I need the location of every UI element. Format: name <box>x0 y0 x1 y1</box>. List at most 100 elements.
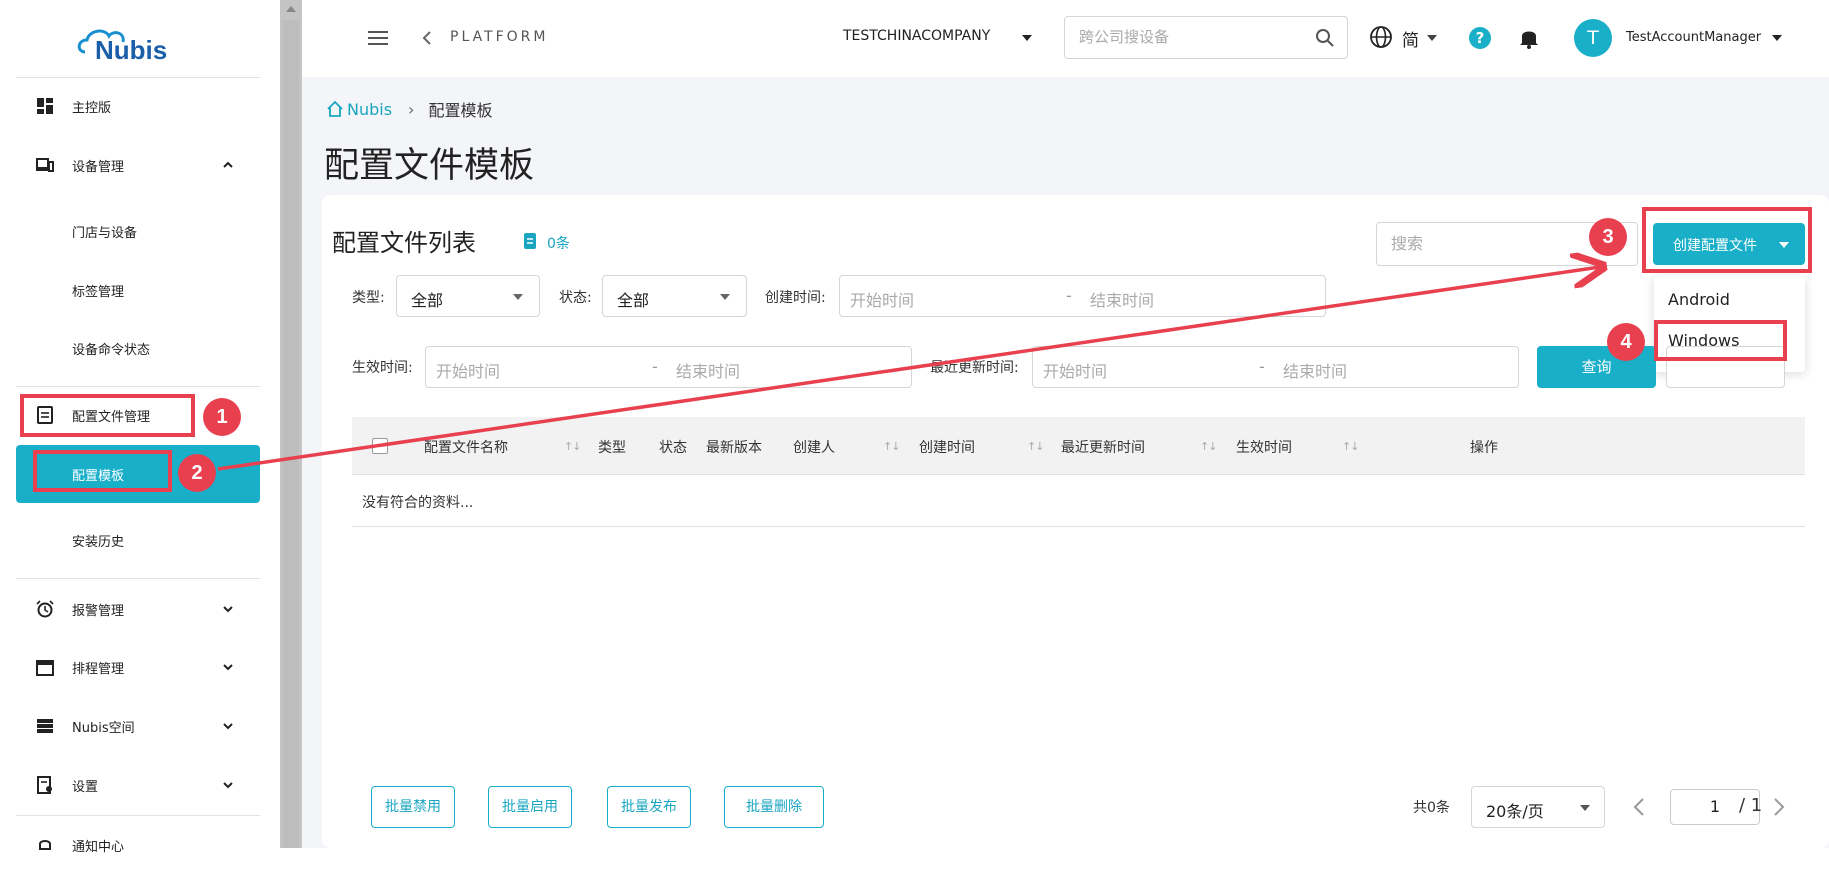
username[interactable]: TestAccountManager <box>1626 30 1761 45</box>
chevron-left-icon[interactable] <box>422 31 432 45</box>
start-time-input[interactable]: 开始时间 <box>850 287 914 311</box>
globe-icon[interactable] <box>1369 25 1393 49</box>
col-action: 操作 <box>1470 440 1498 456</box>
list-search[interactable] <box>1376 222 1638 266</box>
empty-message: 没有符合的资料... <box>362 495 474 511</box>
col-creator: 创建人 <box>793 440 835 456</box>
query-button[interactable]: 查询 <box>1537 346 1656 388</box>
sidebar-subitem-stores[interactable]: 门店与设备 <box>16 206 260 256</box>
start-time-input[interactable]: 开始时间 <box>1043 358 1107 382</box>
sort-icon[interactable]: ↑↓ <box>1342 440 1359 453</box>
reset-button[interactable] <box>1666 346 1785 388</box>
created-time-range[interactable]: 开始时间 - 结束时间 <box>839 275 1326 317</box>
sidebar-item-label: 设备管理 <box>72 159 125 175</box>
col-created: 创建时间 <box>919 440 975 456</box>
top-bar: PLATFORM TESTCHINACOMPANY 简 ? T TestAcco… <box>302 0 1829 77</box>
sidebar-subitem-config-template[interactable]: 配置模板 <box>16 445 260 503</box>
bulk-disable-button[interactable]: 批量禁用 <box>371 786 455 828</box>
sidebar-item-dashboard[interactable]: 主控版 <box>16 81 260 131</box>
start-time-input[interactable]: 开始时间 <box>436 358 500 382</box>
sidebar-item-label: 安装历史 <box>72 535 125 550</box>
chevron-down-icon[interactable] <box>222 661 234 673</box>
avatar[interactable]: T <box>1574 19 1612 57</box>
caret-down-icon[interactable] <box>1022 35 1032 41</box>
global-search-input[interactable] <box>1079 28 1299 46</box>
scrollbar-thumb[interactable] <box>283 20 299 848</box>
status-filter-select[interactable]: 全部 <box>602 275 747 317</box>
nubis-logo[interactable]: Nubis <box>75 22 185 64</box>
sidebar-scrollbar[interactable] <box>280 0 302 848</box>
scroll-up-arrow-icon[interactable] <box>286 6 296 12</box>
search-icon[interactable] <box>1315 28 1335 48</box>
sidebar-item-space[interactable]: Nubis空间 <box>16 701 260 751</box>
help-icon[interactable]: ? <box>1469 27 1491 49</box>
sidebar-subitem-install-history[interactable]: 安装历史 <box>16 515 260 565</box>
prev-page-icon[interactable] <box>1632 797 1646 817</box>
bell-icon[interactable] <box>1519 27 1539 49</box>
bulk-publish-button[interactable]: 批量发布 <box>607 786 691 828</box>
type-filter-label: 类型: <box>352 290 385 306</box>
global-search[interactable] <box>1064 16 1348 59</box>
sort-icon[interactable]: ↑↓ <box>564 440 581 453</box>
sort-icon[interactable]: ↑↓ <box>883 440 900 453</box>
bulk-delete-button[interactable]: 批量删除 <box>724 786 824 828</box>
breadcrumb-separator: › <box>408 99 415 119</box>
chevron-down-icon[interactable] <box>222 720 234 732</box>
effective-time-range[interactable]: 开始时间 - 结束时间 <box>425 346 912 388</box>
col-type: 类型 <box>598 440 626 456</box>
sidebar-item-config-mgmt[interactable]: 配置文件管理 <box>16 390 260 440</box>
calendar-icon <box>36 660 54 676</box>
bulk-enable-button[interactable]: 批量启用 <box>488 786 572 828</box>
sidebar-item-settings[interactable]: 设置 <box>16 760 260 810</box>
language-selector[interactable]: 简 <box>1402 26 1419 51</box>
breadcrumb: Nubis › 配置模板 <box>326 97 492 121</box>
range-dash: - <box>652 357 658 376</box>
devices-icon <box>36 158 54 172</box>
select-all-checkbox[interactable] <box>372 438 388 454</box>
dropdown-option-android[interactable]: Android <box>1668 290 1730 309</box>
menu-icon[interactable] <box>368 30 388 46</box>
create-config-button[interactable]: 创建配置文件 <box>1653 223 1805 265</box>
svg-text:Nubis: Nubis <box>95 35 167 64</box>
breadcrumb-root[interactable]: Nubis <box>347 100 392 119</box>
company-selector[interactable]: TESTCHINACOMPANY <box>843 28 990 44</box>
sidebar-item-label: Nubis空间 <box>72 720 135 736</box>
list-search-input[interactable] <box>1391 234 1591 253</box>
caret-down-icon <box>1779 242 1789 248</box>
page-size-select[interactable]: 20条/页 <box>1471 786 1605 828</box>
config-file-icon <box>37 406 53 424</box>
table-header: 配置文件名称 ↑↓ 类型 状态 最新版本 创建人 ↑↓ 创建时间 ↑↓ 最近更新… <box>352 417 1805 475</box>
bell-outline-icon <box>39 840 51 850</box>
sidebar-item-label: 配置模板 <box>72 469 125 484</box>
table-empty-row: 没有符合的资料... <box>352 475 1805 527</box>
chevron-up-icon[interactable] <box>222 159 234 171</box>
platform-label[interactable]: PLATFORM <box>450 29 548 45</box>
caret-down-icon <box>513 294 523 300</box>
alarm-clock-icon <box>36 600 54 618</box>
sidebar-item-label: 通知中心 <box>72 839 125 855</box>
chevron-down-icon[interactable] <box>222 779 234 791</box>
sort-icon[interactable]: ↑↓ <box>1027 440 1044 453</box>
page-total: / 1 <box>1739 795 1763 816</box>
sidebar-item-device-mgmt[interactable]: 设备管理 <box>16 140 260 190</box>
chevron-down-icon[interactable] <box>222 603 234 615</box>
sidebar-item-alarm[interactable]: 报警管理 <box>16 584 260 634</box>
caret-down-icon[interactable] <box>1772 35 1782 41</box>
next-page-icon[interactable] <box>1772 797 1786 817</box>
sidebar-subitem-tags[interactable]: 标签管理 <box>16 265 260 315</box>
end-time-input[interactable]: 结束时间 <box>1090 287 1154 311</box>
main-area: PLATFORM TESTCHINACOMPANY 简 ? T TestAcco… <box>302 0 1829 848</box>
home-icon[interactable] <box>326 100 344 118</box>
col-effective: 生效时间 <box>1236 440 1292 456</box>
type-filter-select[interactable]: 全部 <box>396 275 540 317</box>
sidebar-item-label: 配置文件管理 <box>72 409 151 425</box>
end-time-input[interactable]: 结束时间 <box>676 358 740 382</box>
updated-time-range[interactable]: 开始时间 - 结束时间 <box>1032 346 1519 388</box>
range-dash: - <box>1259 357 1265 376</box>
end-time-input[interactable]: 结束时间 <box>1283 358 1347 382</box>
sidebar-item-notifications[interactable]: 通知中心 <box>16 820 260 870</box>
caret-down-icon[interactable] <box>1427 35 1437 41</box>
sidebar-item-schedule[interactable]: 排程管理 <box>16 642 260 692</box>
sort-icon[interactable]: ↑↓ <box>1200 440 1217 453</box>
sidebar-subitem-cmd-status[interactable]: 设备命令状态 <box>16 323 260 373</box>
